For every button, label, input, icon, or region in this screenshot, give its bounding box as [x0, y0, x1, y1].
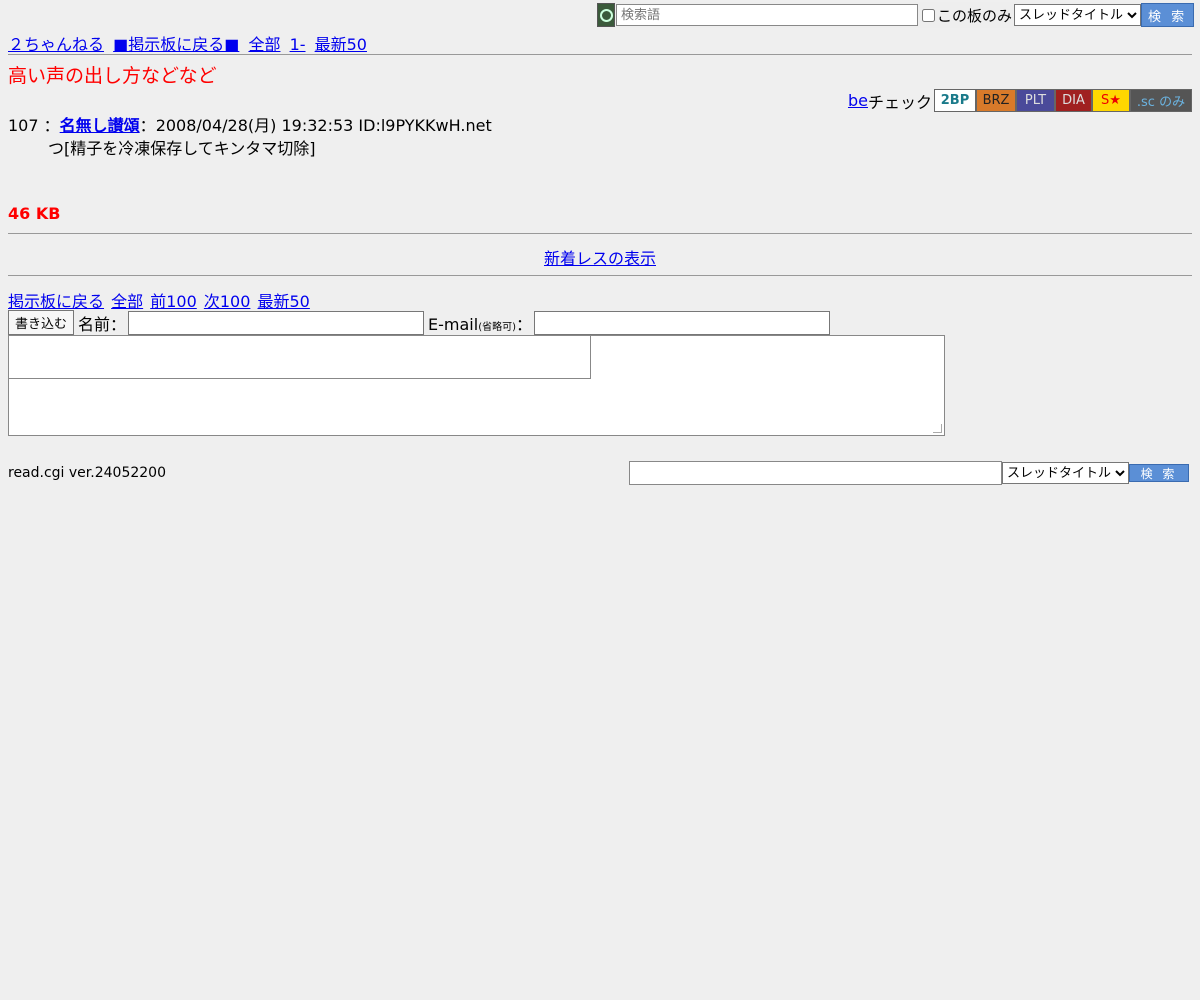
board-only-checkbox-label[interactable]: この板のみ: [922, 5, 1012, 26]
bottom-search-scope-select[interactable]: スレッドタイトル: [1002, 462, 1129, 484]
thread-title: 高い声の出し方などなど: [8, 65, 217, 87]
bottom-search-bar: スレッドタイトル 検 索: [629, 461, 1189, 485]
be-link[interactable]: be: [848, 91, 868, 110]
all-posts-link[interactable]: 全部: [248, 35, 280, 54]
top-search-bar: この板のみ スレッドタイトル 検 索: [597, 2, 1200, 28]
tag-brz[interactable]: BRZ: [976, 89, 1016, 112]
email-label-text: E-mail: [428, 314, 479, 334]
tag-star[interactable]: S★: [1092, 89, 1130, 112]
be-check-label: チェック: [867, 92, 932, 112]
email-field[interactable]: [534, 310, 831, 335]
version-text: read.cgi ver.24052200: [8, 465, 166, 481]
tag-plt[interactable]: PLT: [1016, 89, 1055, 112]
latest-50-link[interactable]: 最新50: [315, 35, 367, 54]
bottom-nav: 掲示板に戻る 全部 前100 次100 最新50: [8, 288, 312, 312]
email-colon: ：: [516, 314, 533, 334]
form-row: 書き込む 名前： E-mail(省略可)：: [8, 310, 831, 335]
post-separator-2: ：: [139, 116, 156, 135]
tag-2bp[interactable]: 2BP: [934, 89, 976, 112]
write-button[interactable]: 書き込む: [8, 310, 75, 335]
site-logo-icon[interactable]: [597, 3, 615, 27]
message-textarea[interactable]: [8, 335, 945, 436]
post-number: 107: [8, 116, 39, 135]
post-author-link[interactable]: 名無し讃頌: [60, 116, 140, 135]
search-scope-select[interactable]: スレッドタイトル: [1014, 4, 1142, 26]
top-nav: ２ちゃんねる ■掲示板に戻る■ 全部 1- 最新50: [8, 31, 371, 55]
post-separator: ：: [43, 116, 60, 135]
email-label: E-mail(省略可)：: [428, 311, 532, 335]
resize-handle-icon[interactable]: [933, 424, 942, 433]
post-date-id: 2008/04/28(月) 19:32:53 ID:l9PYKKwH.net: [155, 116, 492, 135]
board-only-checkbox[interactable]: [922, 8, 935, 22]
new-responses-link[interactable]: 新着レスの表示: [544, 249, 656, 268]
message-textarea-inner[interactable]: [9, 336, 591, 379]
divider: [8, 275, 1192, 276]
new-responses-row: 新着レスの表示: [0, 245, 1200, 269]
board-only-text: この板のみ: [937, 6, 1013, 25]
next-100-link[interactable]: 次100: [204, 292, 251, 311]
be-check-bar: be チェック 2BP BRZ PLT DIA S★ .sc のみ: [848, 88, 1192, 113]
home-link[interactable]: ２ちゃんねる: [8, 35, 104, 54]
name-label: 名前：: [78, 314, 127, 334]
tag-sc-only[interactable]: .sc のみ: [1130, 89, 1192, 112]
reply-form: 書き込む 名前： E-mail(省略可)：: [8, 310, 945, 436]
all-link[interactable]: 全部: [111, 292, 143, 311]
post-body: つ[精子を冷凍保存してキンタマ切除]: [48, 139, 316, 158]
email-hint: (省略可): [478, 321, 517, 333]
post-header: 107 ：名無し讃頌：2008/04/28(月) 19:32:53 ID:l9P…: [8, 115, 492, 137]
prev-100-link[interactable]: 前100: [150, 292, 197, 311]
search-button[interactable]: 検 索: [1141, 3, 1195, 27]
name-field[interactable]: [128, 310, 425, 335]
bottom-search-button[interactable]: 検 索: [1129, 464, 1189, 482]
back-to-board-link[interactable]: ■掲示板に戻る■: [113, 35, 239, 54]
post-107: 107 ：名無し讃頌：2008/04/28(月) 19:32:53 ID:l9P…: [8, 115, 492, 161]
back-board-link[interactable]: 掲示板に戻る: [8, 292, 104, 311]
bottom-search-input[interactable]: [629, 461, 1002, 485]
tag-dia[interactable]: DIA: [1055, 89, 1092, 112]
search-input[interactable]: [616, 4, 918, 26]
latest-50-bottom-link[interactable]: 最新50: [258, 292, 310, 311]
thread-size: 46 KB: [8, 204, 61, 223]
divider: [8, 233, 1192, 234]
from-first-link[interactable]: 1-: [290, 35, 306, 54]
divider: [8, 54, 1192, 55]
